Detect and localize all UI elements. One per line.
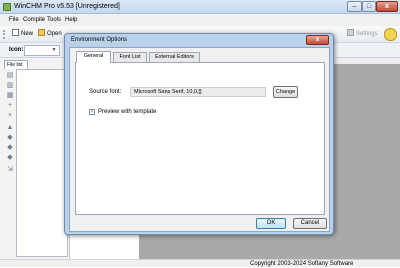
icon-combo[interactable]: ▼ (24, 45, 60, 56)
cancel-button[interactable]: Cancel (293, 218, 327, 229)
new-document-icon (12, 29, 19, 36)
menu-file[interactable]: File (9, 17, 19, 23)
ok-button[interactable]: OK (256, 218, 286, 229)
window-title: WinCHM Pro v5.53 [Unregistered] (14, 3, 120, 10)
settings-icon (347, 29, 354, 36)
folder-icon (38, 29, 45, 36)
app-icon (3, 3, 11, 11)
tab-font-list[interactable]: Font List (113, 52, 147, 62)
minimize-button[interactable]: – (347, 1, 362, 12)
indent-icon[interactable]: ◆ (6, 144, 14, 152)
plus-icon[interactable]: + (6, 102, 14, 110)
change-font-button[interactable]: Change (273, 86, 298, 98)
menu-tools[interactable]: Tools (47, 17, 61, 23)
dialog-body: General Font List External Editors Sourc… (69, 47, 330, 232)
tab-external-editors[interactable]: External Editors (149, 52, 200, 62)
menu-compile[interactable]: Compile (23, 17, 45, 23)
status-bar: Copyright 2003-2024 Softany Software (0, 259, 400, 267)
expand-icon[interactable]: ⇲ (6, 166, 14, 174)
preview-checkbox-label[interactable]: Preview with template (98, 109, 156, 115)
outdent-icon[interactable]: ◆ (6, 154, 14, 162)
chevron-down-icon: ▼ (51, 47, 57, 53)
dialog-close-button[interactable]: x (306, 35, 329, 45)
preview-checkbox[interactable]: ✓ (89, 109, 95, 115)
close-button[interactable]: x (376, 1, 398, 12)
move-down-icon[interactable]: ◆ (6, 134, 14, 142)
properties-icon[interactable]: ▦ (6, 92, 14, 100)
menu-help[interactable]: Help (65, 17, 77, 23)
tab-file-list[interactable]: File list (4, 60, 28, 69)
left-panel: File list ▤ ▥ ▦ + × ▲ ◆ ◆ ◆ ⇲ (0, 58, 70, 259)
settings-button[interactable]: Settings (347, 29, 378, 40)
dialog-title: Environment Options (71, 37, 128, 43)
main-title-bar: WinCHM Pro v5.53 [Unregistered] – □ x (0, 0, 400, 14)
add-topic-icon[interactable]: ▤ (6, 72, 14, 80)
menu-bar: File Compile Tools Help (0, 14, 400, 26)
add-file-icon[interactable]: ▥ (6, 82, 14, 90)
new-label: New (21, 31, 34, 37)
tab-general[interactable]: General (76, 51, 111, 63)
new-button[interactable]: New (12, 29, 33, 40)
move-up-icon[interactable]: ▲ (6, 124, 14, 132)
open-label: Open (47, 31, 62, 37)
file-list-area[interactable] (16, 69, 68, 257)
maximize-button[interactable]: □ (362, 1, 376, 12)
source-font-label: Source font: (89, 89, 122, 95)
general-tab-panel: Source font: Microsoft Sans Serif, 10,0,… (75, 62, 325, 215)
source-font-field: Microsoft Sans Serif, 10,0,[] (130, 87, 266, 97)
icon-label: Icon: (9, 47, 24, 53)
open-button[interactable]: Open (38, 29, 62, 40)
environment-options-dialog: Environment Options x General Font List … (64, 33, 334, 235)
toolbar-grip (3, 30, 5, 39)
delete-icon[interactable]: × (6, 112, 14, 120)
settings-label: Settings (356, 31, 378, 37)
help-bulb-icon[interactable] (384, 28, 397, 41)
